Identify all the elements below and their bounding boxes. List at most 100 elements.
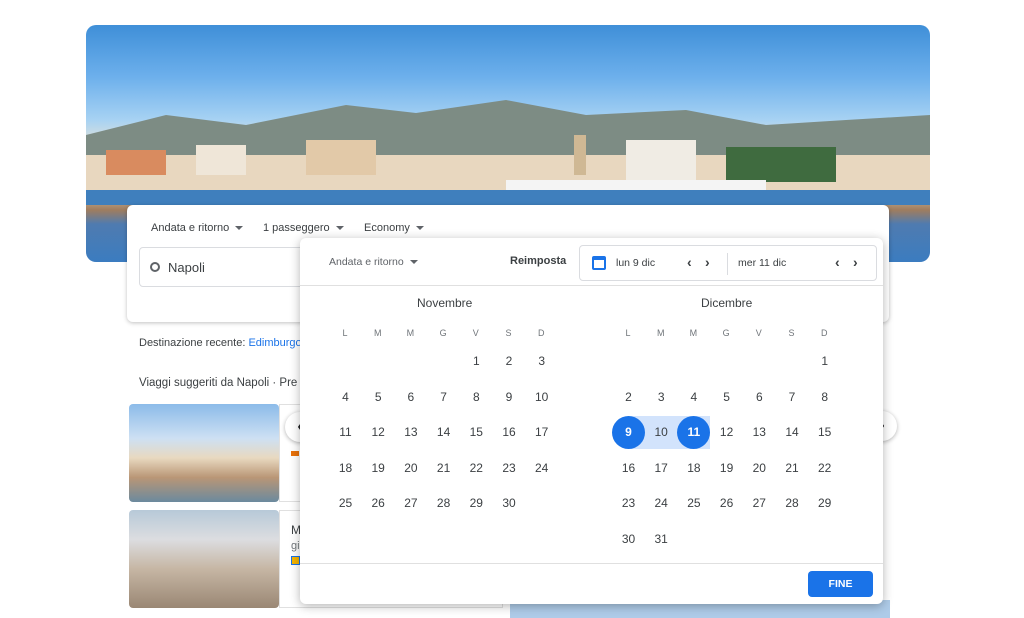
calendar-day[interactable]: 9 (612, 416, 645, 450)
calendar-day[interactable]: 5 (710, 381, 743, 414)
calendar-day[interactable]: 25 (677, 487, 710, 520)
cabin-class-dropdown[interactable]: Economy (364, 222, 424, 234)
town-graphic (86, 135, 930, 205)
month-title-dicembre: Dicembre (701, 296, 753, 310)
calendar-day[interactable]: 9 (493, 381, 526, 414)
depart-date-input[interactable]: lun 9 dic (616, 257, 655, 269)
weekday-label: G (439, 328, 447, 338)
calendar-day[interactable]: 23 (612, 487, 645, 520)
calendar-day[interactable]: 2 (493, 345, 526, 378)
weekday-label: M (406, 328, 415, 338)
calendar-day[interactable]: 7 (776, 381, 809, 414)
weekday-label: M (689, 328, 698, 338)
trip-type-label: Andata e ritorno (151, 222, 230, 234)
calendar-day[interactable]: 6 (743, 381, 776, 414)
weekday-label: D (537, 328, 545, 338)
recent-link[interactable]: Edimburgo (248, 337, 301, 349)
calendar-day[interactable]: 29 (460, 487, 493, 520)
calendar-day[interactable]: 4 (677, 381, 710, 414)
depart-prev-day-icon[interactable]: ‹ (687, 254, 692, 270)
calendar-day[interactable]: 30 (612, 523, 645, 556)
calendar-day[interactable]: 14 (776, 416, 809, 449)
calendar-day[interactable]: 16 (612, 452, 645, 485)
calendar-day[interactable]: 7 (427, 381, 460, 414)
calendar-day[interactable]: 21 (776, 452, 809, 485)
calendar-day[interactable]: 1 (808, 345, 841, 378)
calendar-day[interactable]: 24 (645, 487, 678, 520)
date-range-field: lun 9 dic ‹ › mer 11 dic ‹ › (579, 245, 877, 281)
calendar-day[interactable]: 22 (460, 452, 493, 485)
return-prev-day-icon[interactable]: ‹ (835, 254, 840, 270)
passengers-dropdown[interactable]: 1 passeggero (263, 222, 344, 234)
calendar-day[interactable]: 19 (710, 452, 743, 485)
depart-next-day-icon[interactable]: › (705, 254, 710, 270)
calendar-day[interactable]: 25 (329, 487, 362, 520)
calendar-day[interactable]: 28 (776, 487, 809, 520)
calendar-day[interactable]: 15 (460, 416, 493, 449)
calendar-day[interactable]: 8 (808, 381, 841, 414)
calendar-day[interactable]: 20 (743, 452, 776, 485)
calendar-day[interactable]: 19 (362, 452, 395, 485)
calendar-day[interactable]: 10 (645, 416, 678, 449)
calendar-day[interactable]: 8 (460, 381, 493, 414)
calendar-day[interactable]: 26 (362, 487, 395, 520)
calendar-day[interactable]: 13 (743, 416, 776, 449)
calendar-day[interactable]: 12 (710, 416, 743, 449)
calendar-day[interactable]: 31 (645, 523, 678, 556)
calendar-day[interactable]: 27 (743, 487, 776, 520)
calendar-day[interactable]: 10 (525, 381, 558, 414)
calendar-day[interactable]: 5 (362, 381, 395, 414)
calendar-day[interactable]: 18 (677, 452, 710, 485)
calendar-day[interactable]: 13 (394, 416, 427, 449)
trip-type-dropdown[interactable]: Andata e ritorno (151, 222, 244, 234)
calendar-day[interactable]: 14 (427, 416, 460, 449)
calendar-day[interactable]: 16 (493, 416, 526, 449)
done-button[interactable]: FINE (808, 571, 873, 597)
picker-trip-type-dropdown[interactable]: Andata e ritorno (329, 256, 418, 268)
calendar-icon (592, 256, 606, 270)
origin-input[interactable]: Napoli (139, 247, 319, 287)
calendar-day[interactable]: 29 (808, 487, 841, 520)
calendar-day[interactable]: 20 (394, 452, 427, 485)
date-picker-dialog: Andata e ritorno Reimposta lun 9 dic ‹ ›… (300, 238, 883, 604)
chevron-down-icon (409, 260, 418, 264)
flag-icon (291, 451, 299, 456)
calendar-day[interactable]: 18 (329, 452, 362, 485)
calendar-day[interactable]: 17 (645, 452, 678, 485)
date-picker-header: Andata e ritorno Reimposta lun 9 dic ‹ ›… (300, 238, 883, 286)
return-date-input[interactable]: mer 11 dic (738, 257, 786, 269)
weekday-label: V (755, 328, 762, 338)
return-next-day-icon[interactable]: › (853, 254, 858, 270)
calendar-day[interactable]: 3 (645, 381, 678, 414)
month-title-novembre: Novembre (417, 296, 473, 310)
suggestion-image-2[interactable] (129, 510, 279, 608)
calendar-day[interactable]: 4 (329, 381, 362, 414)
recent-label: Destinazione recente: (139, 337, 246, 349)
weekday-label: L (625, 328, 631, 338)
calendar-day[interactable]: 21 (427, 452, 460, 485)
calendar-day[interactable]: 12 (362, 416, 395, 449)
calendar-day[interactable]: 22 (808, 452, 841, 485)
origin-circle-icon (150, 262, 160, 272)
chevron-down-icon (335, 226, 344, 230)
calendar-day[interactable]: 11 (329, 416, 362, 449)
calendar-day[interactable]: 23 (493, 452, 526, 485)
airline-icon (291, 556, 300, 565)
calendar-day[interactable]: 1 (460, 345, 493, 378)
calendar-day[interactable]: 15 (808, 416, 841, 449)
calendar-day[interactable]: 2 (612, 381, 645, 414)
calendar-day[interactable]: 28 (427, 487, 460, 520)
calendar-day[interactable]: 24 (525, 452, 558, 485)
passengers-label: 1 passeggero (263, 222, 330, 234)
reset-button[interactable]: Reimposta (510, 255, 566, 267)
suggestion-2-subtitle: gi (291, 540, 300, 552)
suggestion-image-1[interactable] (129, 404, 279, 502)
calendar-day[interactable]: 27 (394, 487, 427, 520)
origin-value: Napoli (168, 259, 205, 275)
calendar-day[interactable]: 3 (525, 345, 558, 378)
calendar-day[interactable]: 26 (710, 487, 743, 520)
calendar-day[interactable]: 6 (394, 381, 427, 414)
calendar-day[interactable]: 30 (493, 487, 526, 520)
weekday-label: S (788, 328, 795, 338)
calendar-day[interactable]: 17 (525, 416, 558, 449)
